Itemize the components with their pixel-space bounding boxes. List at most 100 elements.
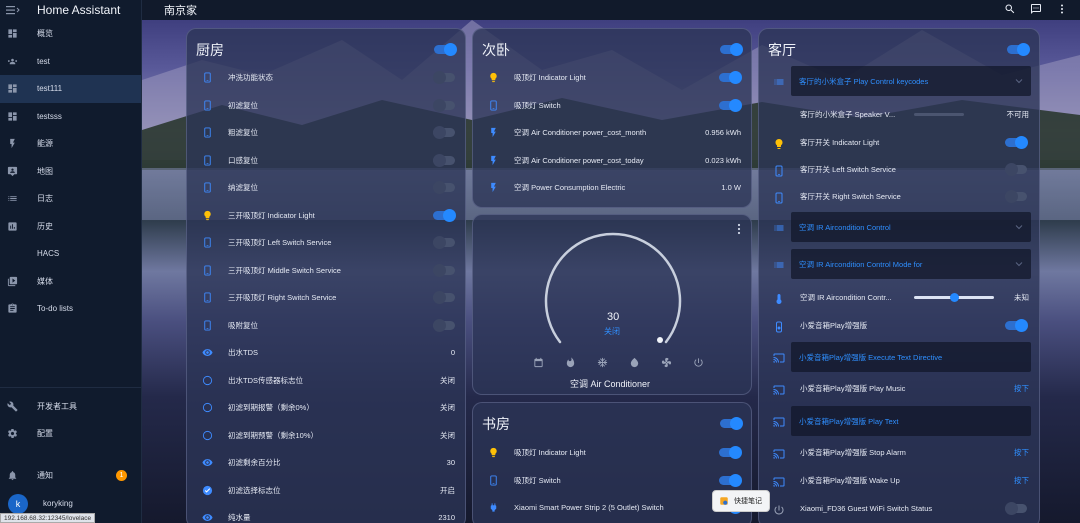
entity-toggle[interactable]	[1005, 136, 1028, 149]
entity-row[interactable]: 客厅的小米盒子 Speaker V... 不可用	[759, 101, 1039, 129]
entity-row[interactable]: 三开吸顶灯 Indicator Light	[187, 202, 465, 230]
entity-row[interactable]: 初滤选择标志位 开启	[187, 477, 465, 505]
more-vert-icon[interactable]	[1056, 3, 1068, 15]
plug-icon	[487, 502, 499, 514]
entity-row[interactable]: 小爱音箱Play增强版 Stop Alarm 按下	[759, 439, 1039, 467]
entity-row[interactable]: 三开吸顶灯 Right Switch Service	[187, 284, 465, 312]
entity-row[interactable]: 空调 Air Conditioner power_cost_today 0.023…	[473, 147, 751, 175]
entity-toggle[interactable]	[719, 446, 742, 459]
entity-toggle[interactable]	[1005, 190, 1027, 203]
entity-toggle[interactable]	[433, 318, 455, 332]
sidebar-item-item-7[interactable]: 历史	[0, 213, 141, 241]
sidebar-item-item-6[interactable]: 日志	[0, 185, 141, 213]
entity-name: 客厅开关 Indicator Light	[800, 138, 880, 148]
entity-row[interactable]: 吸附复位	[187, 312, 465, 340]
entity-row[interactable]: Xiaomi_FD36 Guest WiFi Switch Status	[759, 495, 1039, 523]
entity-name: 空调 IR Aircondition Contr...	[800, 293, 892, 303]
entity-row[interactable]: 吸顶灯 Switch	[473, 92, 751, 120]
entity-row[interactable]: 初滤到期报警（剩余0%） 关闭	[187, 394, 465, 422]
entity-row[interactable]: 口感复位	[187, 147, 465, 175]
page-title: 南京家	[164, 5, 197, 17]
entity-row[interactable]: 冲洗功能状态	[187, 64, 465, 92]
entity-row[interactable]: 吸顶灯 Switch	[473, 467, 751, 495]
sidebar-item-item-4[interactable]: 能源	[0, 130, 141, 158]
entity-toggle[interactable]	[433, 236, 455, 249]
entity-row[interactable]: 空调 Power Consumption Electric 1.0 W	[473, 174, 751, 202]
select-dropdown[interactable]: 空调 IR Aircondition Control	[791, 212, 1031, 242]
entity-row[interactable]: 客厅开关 Indicator Light	[759, 129, 1039, 157]
text-input-field[interactable]: 小爱音箱Play增强版 Execute Text Directive	[791, 342, 1031, 372]
entity-toggle[interactable]	[433, 263, 455, 277]
sidebar-item-to-do-lists[interactable]: To-do lists	[0, 295, 141, 323]
entity-row[interactable]: 初滤剩余百分比 30	[187, 449, 465, 477]
select-dropdown[interactable]: 客厅的小米盒子 Play Control keycodes	[791, 66, 1031, 96]
media-icon	[6, 275, 18, 287]
entity-toggle[interactable]	[719, 71, 742, 84]
sidebar-item-hacs[interactable]: HACS	[0, 240, 141, 268]
press-button[interactable]: 按下	[1014, 475, 1029, 486]
sidebar-item-item-9[interactable]: 媒体	[0, 268, 141, 296]
entity-row[interactable]: Xiaomi Smart Power Strip 2 (5 Outlet) Sw…	[473, 494, 751, 522]
entity-toggle[interactable]	[719, 98, 742, 112]
entity-row[interactable]: 小爱音箱Play增强版	[759, 312, 1039, 340]
water-drop-icon[interactable]	[629, 357, 640, 368]
dashboard-icon	[6, 110, 18, 122]
fire-icon[interactable]	[565, 357, 576, 368]
chart-icon	[6, 220, 18, 232]
entity-row[interactable]: 纯水量 2310	[187, 504, 465, 523]
select-dropdown[interactable]: 空调 IR Aircondition Control Mode for	[791, 249, 1031, 279]
card-master-toggle[interactable]	[720, 417, 743, 430]
sidebar-item-testsss[interactable]: testsss	[0, 103, 141, 131]
sidebar-item-item-5[interactable]: 地图	[0, 158, 141, 186]
entity-row[interactable]: 出水TDS 0	[187, 339, 465, 367]
menu-icon[interactable]	[6, 5, 20, 15]
entity-toggle[interactable]	[433, 181, 455, 194]
entity-row[interactable]: 初滤复位	[187, 92, 465, 120]
entity-toggle[interactable]	[433, 71, 455, 84]
entity-row[interactable]: 粗滤复位	[187, 119, 465, 147]
entity-row[interactable]: 客厅开关 Left Switch Service	[759, 156, 1039, 184]
entity-row[interactable]: 纳滤复位	[187, 174, 465, 202]
entity-row[interactable]: 三开吸顶灯 Middle Switch Service	[187, 257, 465, 285]
assist-chat-icon[interactable]	[1030, 3, 1042, 15]
entity-row[interactable]: 小爱音箱Play增强版 Play Music 按下	[759, 375, 1039, 403]
sidebar-item-dev-tools[interactable]: 开发者工具	[0, 393, 142, 421]
sidebar-item-settings[interactable]: 配置	[0, 420, 142, 448]
entity-row[interactable]: 吸顶灯 Indicator Light	[473, 439, 751, 467]
entity-row[interactable]: 小爱音箱Play增强版 Wake Up 按下	[759, 467, 1039, 495]
power-icon[interactable]	[693, 357, 704, 368]
entity-row[interactable]: 客厅开关 Right Switch Service	[759, 183, 1039, 211]
entity-row[interactable]: 出水TDS传感器标志位 关闭	[187, 367, 465, 395]
slider[interactable]	[914, 293, 994, 302]
slider-thumb[interactable]	[950, 293, 959, 302]
sidebar-item-test111[interactable]: test111	[0, 75, 141, 103]
snowflake-icon[interactable]	[597, 357, 608, 368]
entity-toggle[interactable]	[433, 98, 455, 112]
calendar-icon[interactable]	[533, 357, 544, 368]
text-input-field[interactable]: 小爱音箱Play增强版 Play Text	[791, 406, 1031, 436]
entity-row[interactable]: 三开吸顶灯 Left Switch Service	[187, 229, 465, 257]
entity-toggle[interactable]	[1005, 502, 1027, 515]
card-master-toggle[interactable]	[434, 43, 457, 56]
entity-toggle[interactable]	[433, 153, 455, 167]
fan-icon[interactable]	[661, 357, 672, 368]
entity-toggle[interactable]	[433, 208, 456, 222]
more-vert-icon[interactable]	[735, 223, 743, 235]
search-icon[interactable]	[1004, 3, 1016, 15]
card-master-toggle[interactable]	[720, 43, 743, 56]
entity-row[interactable]: 吸顶灯 Indicator Light	[473, 64, 751, 92]
quick-note-button[interactable]: 快捷笔记	[712, 490, 770, 512]
entity-row[interactable]: 初滤到期预警（剩余10%） 关闭	[187, 422, 465, 450]
entity-toggle[interactable]	[433, 126, 455, 139]
press-button[interactable]: 按下	[1014, 383, 1029, 394]
entity-row[interactable]: 空调 Air Conditioner power_cost_month 0.956…	[473, 119, 751, 147]
entity-toggle[interactable]	[1005, 163, 1027, 176]
sidebar-item-item-0[interactable]: 概览	[0, 20, 141, 48]
entity-toggle[interactable]	[719, 473, 742, 487]
press-button[interactable]: 按下	[1014, 447, 1029, 458]
entity-state: 2310	[438, 513, 455, 523]
entity-row[interactable]: 空调 IR Aircondition Contr... 未知	[759, 284, 1039, 312]
sidebar-item-test[interactable]: test	[0, 48, 141, 76]
entity-toggle[interactable]	[433, 291, 455, 304]
entity-toggle[interactable]	[1005, 319, 1028, 332]
